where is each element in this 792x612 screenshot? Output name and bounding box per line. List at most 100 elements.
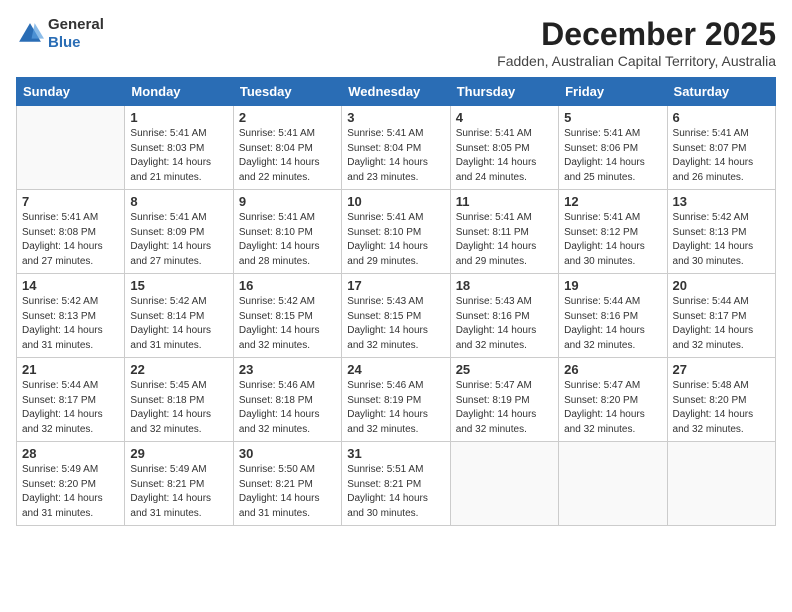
- calendar-cell: 23 Sunrise: 5:46 AM Sunset: 8:18 PM Dayli…: [233, 358, 341, 442]
- day-detail: Sunrise: 5:43 AM Sunset: 8:15 PM Dayligh…: [347, 295, 444, 353]
- day-number: 26: [564, 362, 661, 377]
- weekday-header: Wednesday: [342, 78, 450, 106]
- weekday-header: Thursday: [450, 78, 558, 106]
- day-detail: Sunrise: 5:41 AM Sunset: 8:09 PM Dayligh…: [130, 211, 227, 269]
- day-detail: Sunrise: 5:42 AM Sunset: 8:14 PM Dayligh…: [130, 295, 227, 353]
- calendar-cell: 26 Sunrise: 5:47 AM Sunset: 8:20 PM Dayli…: [559, 358, 667, 442]
- day-detail: Sunrise: 5:41 AM Sunset: 8:07 PM Dayligh…: [673, 127, 770, 185]
- calendar-cell: 24Sunrise: 5:46 AM Sunset: 8:19 PM Dayli…: [342, 358, 450, 442]
- day-detail: Sunrise: 5:50 AM Sunset: 8:21 PM Dayligh…: [239, 463, 336, 521]
- day-number: 6: [673, 110, 770, 125]
- day-number: 15: [130, 278, 227, 293]
- day-detail: Sunrise: 5:41 AM Sunset: 8:08 PM Dayligh…: [22, 211, 119, 269]
- logo-blue: Blue: [48, 34, 81, 51]
- calendar-cell: 25 Sunrise: 5:47 AM Sunset: 8:19 PM Dayli…: [450, 358, 558, 442]
- day-number: 9: [239, 194, 336, 209]
- calendar-cell: 16 Sunrise: 5:42 AM Sunset: 8:15 PM Dayli…: [233, 274, 341, 358]
- day-detail: Sunrise: 5:48 AM Sunset: 8:20 PM Dayligh…: [673, 379, 770, 437]
- calendar-cell: 12Sunrise: 5:41 AM Sunset: 8:12 PM Dayli…: [559, 190, 667, 274]
- logo-text: General Blue: [48, 16, 104, 52]
- calendar-cell: [559, 442, 667, 526]
- day-detail: Sunrise: 5:41 AM Sunset: 8:03 PM Dayligh…: [130, 127, 227, 185]
- weekday-header: Saturday: [667, 78, 775, 106]
- calendar-body: 1 Sunrise: 5:41 AM Sunset: 8:03 PM Daylig…: [17, 106, 776, 526]
- day-detail: Sunrise: 5:41 AM Sunset: 8:04 PM Dayligh…: [239, 127, 336, 185]
- calendar-cell: 17 Sunrise: 5:43 AM Sunset: 8:15 PM Dayli…: [342, 274, 450, 358]
- day-number: 18: [456, 278, 553, 293]
- day-detail: Sunrise: 5:47 AM Sunset: 8:20 PM Dayligh…: [564, 379, 661, 437]
- calendar-subtitle: Fadden, Australian Capital Territory, Au…: [497, 53, 776, 69]
- logo-general: General: [48, 16, 104, 33]
- day-number: 2: [239, 110, 336, 125]
- day-number: 3: [347, 110, 444, 125]
- calendar-table: SundayMondayTuesdayWednesdayThursdayFrid…: [16, 77, 776, 526]
- calendar-week-row: 14 Sunrise: 5:42 AM Sunset: 8:13 PM Dayli…: [17, 274, 776, 358]
- day-detail: Sunrise: 5:45 AM Sunset: 8:18 PM Dayligh…: [130, 379, 227, 437]
- weekday-header: Sunday: [17, 78, 125, 106]
- day-number: 11: [456, 194, 553, 209]
- calendar-cell: 6 Sunrise: 5:41 AM Sunset: 8:07 PM Daylig…: [667, 106, 775, 190]
- weekday-header: Monday: [125, 78, 233, 106]
- calendar-cell: 18 Sunrise: 5:43 AM Sunset: 8:16 PM Dayli…: [450, 274, 558, 358]
- calendar-cell: [450, 442, 558, 526]
- calendar-cell: 14 Sunrise: 5:42 AM Sunset: 8:13 PM Dayli…: [17, 274, 125, 358]
- calendar-cell: 21 Sunrise: 5:44 AM Sunset: 8:17 PM Dayli…: [17, 358, 125, 442]
- day-number: 17: [347, 278, 444, 293]
- day-detail: Sunrise: 5:44 AM Sunset: 8:16 PM Dayligh…: [564, 295, 661, 353]
- day-detail: Sunrise: 5:41 AM Sunset: 8:10 PM Dayligh…: [239, 211, 336, 269]
- day-number: 30: [239, 446, 336, 461]
- calendar-header: SundayMondayTuesdayWednesdayThursdayFrid…: [17, 78, 776, 106]
- calendar-week-row: 21 Sunrise: 5:44 AM Sunset: 8:17 PM Dayli…: [17, 358, 776, 442]
- calendar-week-row: 7 Sunrise: 5:41 AM Sunset: 8:08 PM Daylig…: [17, 190, 776, 274]
- day-number: 7: [22, 194, 119, 209]
- calendar-cell: 27 Sunrise: 5:48 AM Sunset: 8:20 PM Dayli…: [667, 358, 775, 442]
- day-detail: Sunrise: 5:49 AM Sunset: 8:20 PM Dayligh…: [22, 463, 119, 521]
- calendar-cell: 28 Sunrise: 5:49 AM Sunset: 8:20 PM Dayli…: [17, 442, 125, 526]
- day-number: 21: [22, 362, 119, 377]
- title-block: December 2025 Fadden, Australian Capital…: [497, 16, 776, 69]
- day-number: 13: [673, 194, 770, 209]
- calendar-cell: 11Sunrise: 5:41 AM Sunset: 8:11 PM Dayli…: [450, 190, 558, 274]
- calendar-week-row: 28 Sunrise: 5:49 AM Sunset: 8:20 PM Dayli…: [17, 442, 776, 526]
- day-number: 25: [456, 362, 553, 377]
- weekday-header: Friday: [559, 78, 667, 106]
- day-detail: Sunrise: 5:42 AM Sunset: 8:13 PM Dayligh…: [673, 211, 770, 269]
- day-number: 19: [564, 278, 661, 293]
- day-detail: Sunrise: 5:41 AM Sunset: 8:06 PM Dayligh…: [564, 127, 661, 185]
- calendar-cell: 30 Sunrise: 5:50 AM Sunset: 8:21 PM Dayli…: [233, 442, 341, 526]
- calendar-cell: 19 Sunrise: 5:44 AM Sunset: 8:16 PM Dayli…: [559, 274, 667, 358]
- day-detail: Sunrise: 5:41 AM Sunset: 8:05 PM Dayligh…: [456, 127, 553, 185]
- day-detail: Sunrise: 5:44 AM Sunset: 8:17 PM Dayligh…: [673, 295, 770, 353]
- day-detail: Sunrise: 5:44 AM Sunset: 8:17 PM Dayligh…: [22, 379, 119, 437]
- calendar-cell: 4Sunrise: 5:41 AM Sunset: 8:05 PM Daylig…: [450, 106, 558, 190]
- day-number: 14: [22, 278, 119, 293]
- day-number: 8: [130, 194, 227, 209]
- day-detail: Sunrise: 5:42 AM Sunset: 8:13 PM Dayligh…: [22, 295, 119, 353]
- calendar-cell: 29Sunrise: 5:49 AM Sunset: 8:21 PM Dayli…: [125, 442, 233, 526]
- day-number: 27: [673, 362, 770, 377]
- weekday-row: SundayMondayTuesdayWednesdayThursdayFrid…: [17, 78, 776, 106]
- calendar-cell: [17, 106, 125, 190]
- day-detail: Sunrise: 5:47 AM Sunset: 8:19 PM Dayligh…: [456, 379, 553, 437]
- day-detail: Sunrise: 5:49 AM Sunset: 8:21 PM Dayligh…: [130, 463, 227, 521]
- day-number: 23: [239, 362, 336, 377]
- calendar-cell: 22 Sunrise: 5:45 AM Sunset: 8:18 PM Dayli…: [125, 358, 233, 442]
- calendar-cell: 8 Sunrise: 5:41 AM Sunset: 8:09 PM Daylig…: [125, 190, 233, 274]
- calendar-cell: 9 Sunrise: 5:41 AM Sunset: 8:10 PM Daylig…: [233, 190, 341, 274]
- calendar-title: December 2025: [497, 16, 776, 53]
- day-number: 10: [347, 194, 444, 209]
- day-detail: Sunrise: 5:46 AM Sunset: 8:18 PM Dayligh…: [239, 379, 336, 437]
- day-number: 28: [22, 446, 119, 461]
- day-number: 1: [130, 110, 227, 125]
- calendar-cell: 20Sunrise: 5:44 AM Sunset: 8:17 PM Dayli…: [667, 274, 775, 358]
- calendar-cell: 10Sunrise: 5:41 AM Sunset: 8:10 PM Dayli…: [342, 190, 450, 274]
- day-number: 16: [239, 278, 336, 293]
- calendar-cell: 5Sunrise: 5:41 AM Sunset: 8:06 PM Daylig…: [559, 106, 667, 190]
- calendar-cell: 1 Sunrise: 5:41 AM Sunset: 8:03 PM Daylig…: [125, 106, 233, 190]
- day-detail: Sunrise: 5:46 AM Sunset: 8:19 PM Dayligh…: [347, 379, 444, 437]
- calendar-cell: 2 Sunrise: 5:41 AM Sunset: 8:04 PM Daylig…: [233, 106, 341, 190]
- day-detail: Sunrise: 5:43 AM Sunset: 8:16 PM Dayligh…: [456, 295, 553, 353]
- day-number: 22: [130, 362, 227, 377]
- logo-icon: [16, 20, 44, 48]
- day-detail: Sunrise: 5:42 AM Sunset: 8:15 PM Dayligh…: [239, 295, 336, 353]
